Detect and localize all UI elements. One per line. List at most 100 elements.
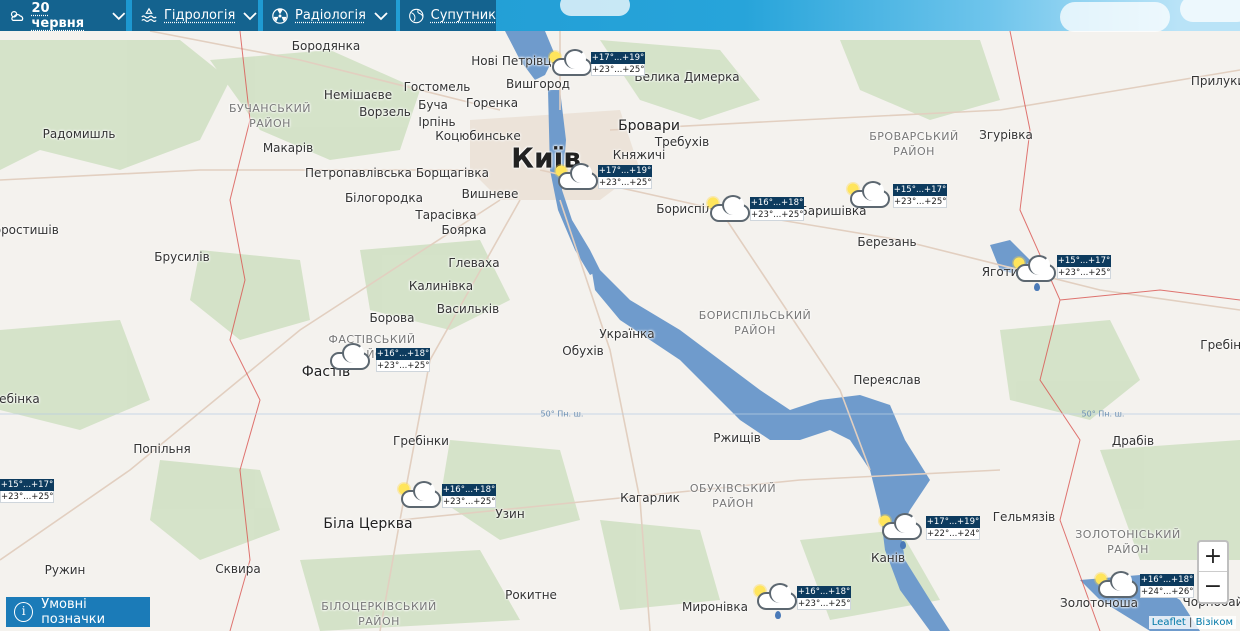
weather-icon-cloudy[interactable] xyxy=(322,342,374,376)
radiation-icon xyxy=(271,7,289,25)
place-label: Ружин xyxy=(45,563,86,577)
zoom-out-button[interactable]: − xyxy=(1199,572,1227,602)
place-label: Васильків xyxy=(437,302,499,316)
date-label: 20 червня xyxy=(31,1,104,31)
map-base xyxy=(0,0,1240,631)
place-label: Требухів xyxy=(655,135,709,149)
top-toolbar: 20 червня Гідрологія Радіологія Супутник xyxy=(0,0,1240,31)
district-label: ОБУХІВСЬКИЙ РАЙОН xyxy=(690,481,776,511)
temperature-box[interactable]: +17°...+19° +23°...+25° xyxy=(591,52,645,76)
place-label: Узин xyxy=(495,507,524,521)
radiology-button[interactable]: Радіологія xyxy=(263,0,396,31)
legend-button[interactable]: i Умовні позначки xyxy=(6,597,150,627)
place-label: Велика Димерка xyxy=(634,70,739,84)
air-temperature: +15°...+17° xyxy=(1057,255,1111,267)
hydrology-button[interactable]: Гідрологія xyxy=(132,0,258,31)
temperature-box[interactable]: +15°...+17° +23°...+25° xyxy=(893,184,947,208)
temperature-box[interactable]: +16°...+18° +24°...+26° xyxy=(1140,574,1194,598)
water-temperature: +23°...+25° xyxy=(598,177,652,189)
place-label: Борова xyxy=(370,311,415,325)
weather-icon-partly-cloudy[interactable] xyxy=(550,162,602,196)
hydrology-label: Гідрологія xyxy=(164,8,235,23)
attribution-separator: | xyxy=(1186,617,1196,628)
place-label: Немішаєве xyxy=(324,88,392,102)
air-temperature: +17°...+19° xyxy=(591,52,645,64)
place-label: Гребінка xyxy=(1200,338,1240,352)
place-label: Білогородка xyxy=(345,191,423,205)
district-label: БІЛОЦЕРКІВСЬКИЙ РАЙОН xyxy=(321,599,436,629)
weather-icon-partly-cloudy-rain[interactable] xyxy=(874,512,926,546)
weather-icon-partly-cloudy[interactable] xyxy=(702,194,754,228)
city-label-brovary: Бровари xyxy=(618,118,680,134)
temperature-box[interactable]: +17°...+19° +23°...+25° xyxy=(598,165,652,189)
air-temperature: +16°...+18° xyxy=(797,586,851,598)
place-label: Березань xyxy=(857,235,916,249)
district-label: ЗОЛОТОНІСЬКИЙ РАЙОН xyxy=(1075,527,1181,557)
city-label-myronivka: Миронівка xyxy=(682,600,748,614)
temperature-box[interactable]: +16°...+18° +23°...+25° xyxy=(797,586,851,610)
water-temperature: +24°...+26° xyxy=(1140,586,1194,598)
city-label-pereiaslav: Переяслав xyxy=(853,373,920,387)
city-label-obukhiv: Обухів xyxy=(562,344,603,358)
place-label: Радомишль xyxy=(43,127,116,141)
water-temperature: +23°...+25° xyxy=(893,196,947,208)
water-temperature: +23°...+25° xyxy=(797,598,851,610)
temperature-box[interactable]: +17°...+19° +22°...+24° xyxy=(926,516,980,540)
weather-icon-partly-cloudy[interactable] xyxy=(842,180,894,214)
city-label-kaniv: Канів xyxy=(871,551,905,565)
weather-icon-partly-cloudy-rain[interactable] xyxy=(1008,254,1060,288)
visicom-link[interactable]: Візіком xyxy=(1196,617,1233,628)
air-temperature: +16°...+18° xyxy=(1140,574,1194,586)
cloud-decoration xyxy=(1180,0,1240,22)
district-label: БОРИСПІЛЬСЬКИЙ РАЙОН xyxy=(699,308,812,338)
place-label: Брусилів xyxy=(154,250,209,264)
place-label: Ірпінь xyxy=(418,115,455,129)
weather-icon-partly-cloudy[interactable] xyxy=(544,48,596,82)
water-temperature: +23°...+25° xyxy=(591,64,645,76)
place-label: Прилуки xyxy=(1191,74,1240,88)
temperature-box[interactable]: +16°...+18° +23°...+25° xyxy=(376,348,430,372)
radiology-label: Радіологія xyxy=(295,8,366,23)
place-label: Горенка xyxy=(466,96,518,110)
chevron-down-icon xyxy=(243,11,257,21)
air-temperature: +16°...+18° xyxy=(442,484,496,496)
temperature-box[interactable]: +15°...+17° +23°...+25° xyxy=(1057,255,1111,279)
latitude-label: 50° Пн. ш. xyxy=(1082,410,1125,419)
city-label-bila-tserkva: Біла Церква xyxy=(323,516,412,532)
weather-icon-partly-cloudy[interactable] xyxy=(393,480,445,514)
place-label: Вишневе xyxy=(462,187,519,201)
place-label: Тарасівка xyxy=(415,208,476,222)
district-label: БУЧАНСЬКИЙ РАЙОН xyxy=(229,101,311,131)
weather-icon-partly-cloudy[interactable] xyxy=(1090,570,1142,604)
cloud-decoration xyxy=(560,0,630,16)
temperature-box[interactable]: +15°...+17° +23°...+25° xyxy=(0,479,54,503)
legend-button-label: Умовні позначки xyxy=(41,597,150,627)
place-label: Макарів xyxy=(263,141,313,155)
satellite-button[interactable]: Супутник xyxy=(400,0,496,31)
place-label: Українка xyxy=(599,327,654,341)
air-temperature: +15°...+17° xyxy=(893,184,947,196)
weather-icon-partly-cloudy-rain[interactable] xyxy=(749,582,801,616)
place-label: Гребінки xyxy=(393,434,449,448)
date-selector-button[interactable]: 20 червня xyxy=(0,0,126,31)
water-temperature: +23°...+25° xyxy=(442,496,496,508)
chevron-down-icon xyxy=(112,11,126,21)
place-label: Кагарлик xyxy=(620,491,680,505)
place-label: Глеваха xyxy=(448,256,499,270)
place-label: Буча xyxy=(418,98,448,112)
zoom-control: + − xyxy=(1197,540,1229,604)
water-temperature: +23°...+25° xyxy=(1057,267,1111,279)
temperature-box[interactable]: +16°...+18° +23°...+25° xyxy=(442,484,496,508)
place-label: Княжичі xyxy=(613,148,666,162)
water-waves-icon xyxy=(140,7,158,25)
globe-icon xyxy=(408,7,425,25)
place-label: Петропавлівська Борщагівка xyxy=(305,166,489,180)
zoom-in-button[interactable]: + xyxy=(1199,542,1227,572)
leaflet-link[interactable]: Leaflet xyxy=(1152,617,1186,628)
place-label: Ржищів xyxy=(713,431,761,445)
place-label: Коцюбинське xyxy=(435,129,520,143)
weather-map[interactable]: Київ Бровари Біла Церква Фастів Обухів К… xyxy=(0,0,1240,631)
info-icon: i xyxy=(14,602,33,622)
place-label: Калинівка xyxy=(409,279,473,293)
temperature-box[interactable]: +16°...+18° +23°...+25° xyxy=(750,197,804,221)
